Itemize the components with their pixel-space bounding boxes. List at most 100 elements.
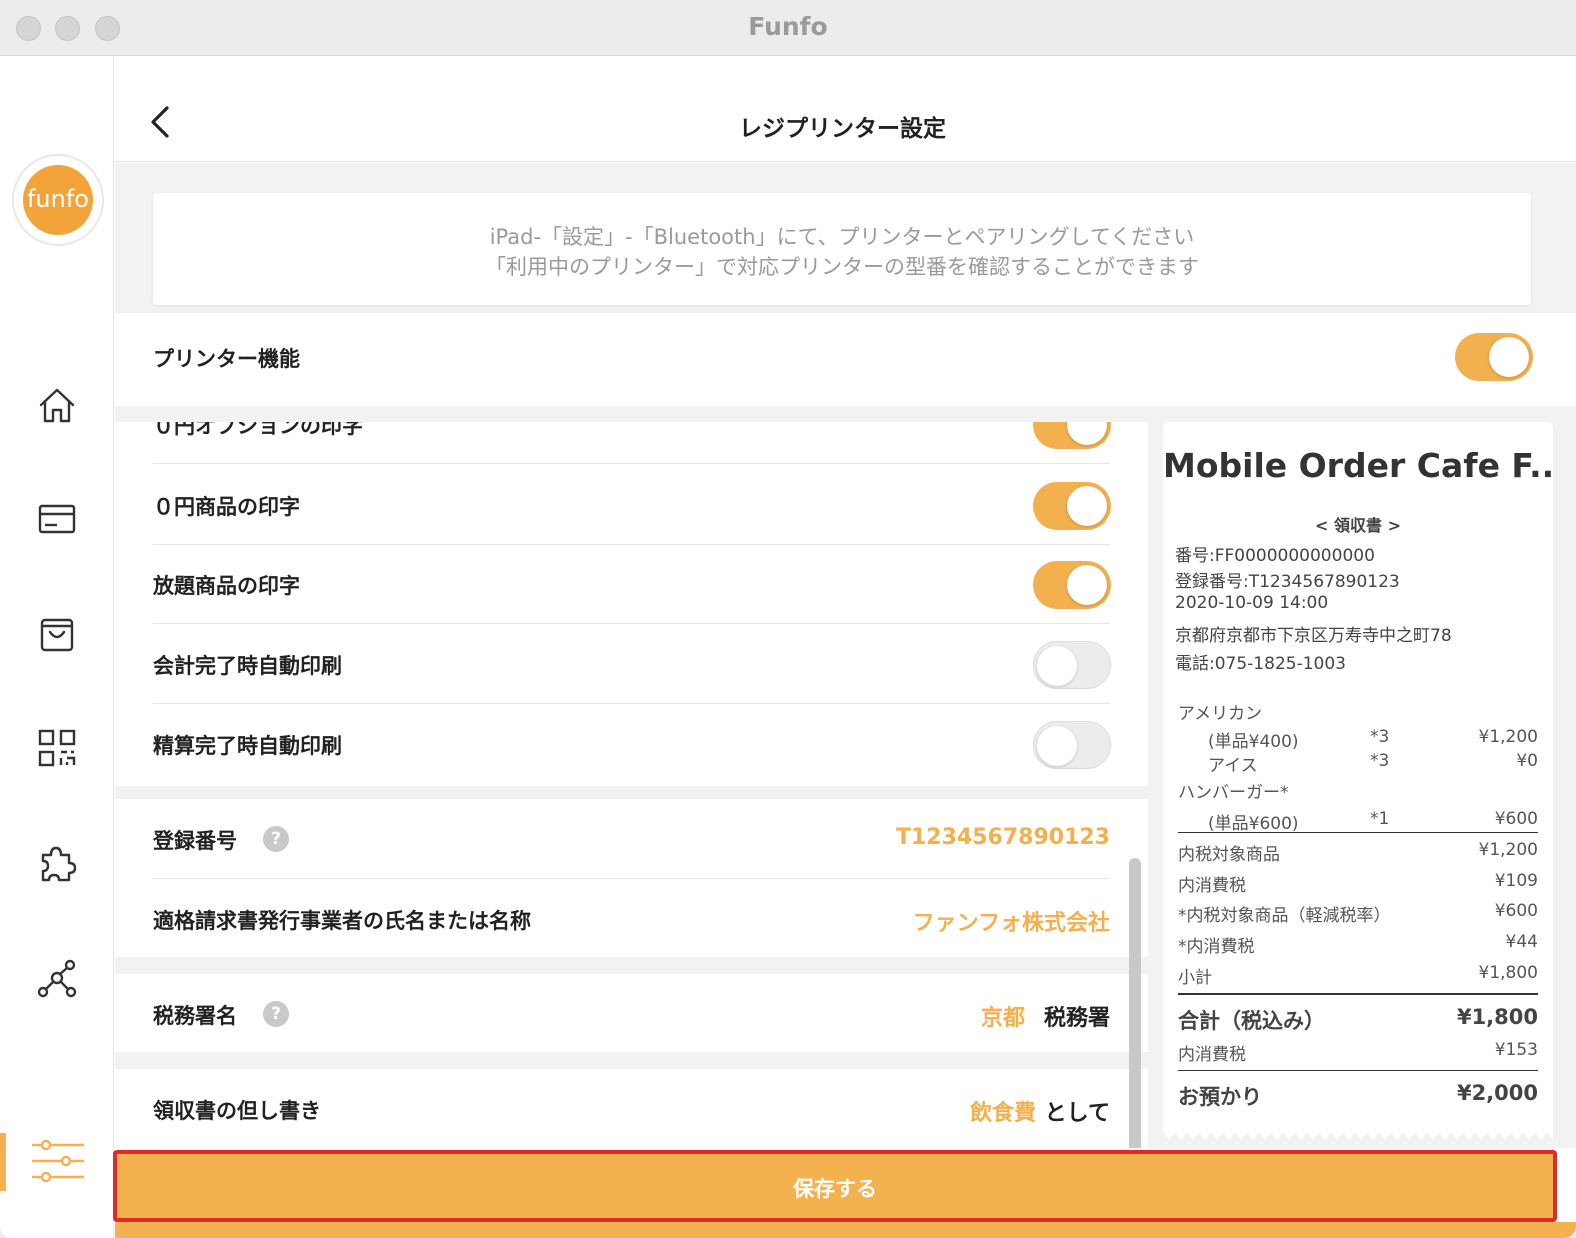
registration-help-icon[interactable]: ? <box>263 826 289 852</box>
issuer-name-value: ファンフォ株式会社 <box>912 911 1110 936</box>
summary-value: ¥1,200 <box>1478 840 1538 860</box>
summary-label: 内税対象商品 <box>1178 845 1280 865</box>
option-label: 放題商品の印字 <box>153 574 300 598</box>
page-title: レジプリンター設定 <box>739 116 946 142</box>
tax-office-label: 税務署名 <box>153 1004 237 1028</box>
zero-yen-option-toggle[interactable] <box>1033 422 1111 449</box>
settings-sliders-icon[interactable] <box>30 1137 86 1185</box>
item-name: アメリカン <box>1178 704 1263 724</box>
receipt-deposit-row: お預かり ¥2,000 <box>1178 1081 1538 1109</box>
save-button[interactable]: 保存する <box>113 1150 1557 1222</box>
receipt-item-row: アメリカン <box>1178 699 1538 724</box>
receipt-item-row: ハンバーガー* <box>1178 778 1538 803</box>
deposit-label: お預かり <box>1178 1085 1262 1109</box>
registration-group: 登録番号 ? T1234567890123 適格請求書発行事業者の氏名または名称… <box>115 799 1148 957</box>
summary-label: *内税対象商品（軽減税率） <box>1178 906 1391 926</box>
unlimited-product-toggle[interactable] <box>1033 561 1111 609</box>
receipt-summary-row: 小計 ¥1,800 <box>1178 963 1538 988</box>
title-bar: Funfo <box>0 0 1576 56</box>
sidebar: funfo <box>0 57 114 1238</box>
receipt-total-row: 合計（税込み） ¥1,800 <box>1178 1005 1538 1033</box>
bottom-safe-area <box>115 1222 1576 1238</box>
option-label: ０円オプションの印字 <box>153 422 363 438</box>
app-window: Funfo funfo レジプリンター設定 iPad-「設定」-「Bluetoo… <box>0 0 1576 1238</box>
shopping-bag-icon[interactable] <box>35 612 79 656</box>
notice-line-2: 「利用中のプリンター」で対応プリンターの型番を確認することができます <box>485 255 1199 279</box>
auto-print-settlement-toggle[interactable] <box>1033 721 1111 769</box>
item-name: ハンバーガー* <box>1178 783 1289 803</box>
receipt-item-row: アイス *3 ¥0 <box>1178 751 1538 776</box>
summary-value: ¥600 <box>1494 901 1538 921</box>
qr-code-icon[interactable] <box>35 726 79 770</box>
total-label: 合計（税込み） <box>1178 1009 1325 1033</box>
item-name: アイス <box>1208 756 1258 776</box>
item-qty: *3 <box>1370 727 1390 747</box>
issuer-name-row[interactable]: 適格請求書発行事業者の氏名または名称 ファンフォ株式会社 <box>153 879 1110 959</box>
receipt-summary-row: 内消費税 ¥109 <box>1178 871 1538 896</box>
item-price: ¥1,200 <box>1478 727 1538 747</box>
receipt-summary-row: *内消費税 ¥44 <box>1178 932 1538 957</box>
option-label: 会計完了時自動印刷 <box>153 654 342 678</box>
window-title: Funfo <box>748 12 828 41</box>
item-name: (単品¥400) <box>1208 732 1299 752</box>
funfo-logo[interactable]: funfo <box>12 154 104 246</box>
option-row-auto-print-checkout: 会計完了時自動印刷 <box>153 624 1111 704</box>
summary-label: 内消費税 <box>1178 876 1246 896</box>
auto-print-checkout-toggle[interactable] <box>1033 641 1111 689</box>
summary-label: *内消費税 <box>1178 937 1255 957</box>
registration-number-label: 登録番号 <box>153 829 237 853</box>
receipt-note-row[interactable]: 領収書の但し書き 飲食費 として <box>153 1069 1110 1148</box>
receipt-torn-edge <box>1163 1132 1553 1142</box>
registration-number-row[interactable]: 登録番号 ? T1234567890123 <box>153 799 1110 879</box>
active-nav-indicator <box>0 1133 6 1191</box>
network-icon[interactable] <box>35 956 79 1000</box>
total-value: ¥1,800 <box>1456 1005 1538 1029</box>
item-price: ¥600 <box>1494 809 1538 829</box>
card-icon[interactable] <box>35 497 79 541</box>
zero-yen-product-toggle[interactable] <box>1033 482 1111 530</box>
settings-scrollbar[interactable] <box>1129 858 1141 1148</box>
notice-line-1: iPad-「設定」-「Bluetooth」にて、プリンターとペアリングしてくださ… <box>489 225 1195 249</box>
logo-text: funfo <box>23 165 93 235</box>
receipt-address: 京都府京都市下京区万寿寺中之町78 <box>1175 626 1452 646</box>
page-header: レジプリンター設定 <box>115 57 1576 162</box>
item-qty: *1 <box>1370 809 1390 829</box>
tax-office-row[interactable]: 税務署名 ? 京都 税務署 <box>153 974 1110 1054</box>
receipt-store-name: Mobile Order Cafe F... <box>1163 446 1553 485</box>
puzzle-icon[interactable] <box>35 841 79 885</box>
receipt-item-row: (単品¥600) *1 ¥600 <box>1178 809 1538 834</box>
tax-office-value: 京都 <box>980 1006 1025 1031</box>
option-label: 精算完了時自動印刷 <box>153 734 342 758</box>
receipt-item-row: (単品¥400) *3 ¥1,200 <box>1178 727 1538 752</box>
item-qty: *3 <box>1370 751 1390 771</box>
receipt-note-value: 飲食費 <box>969 1101 1036 1126</box>
print-options-group: ０円オプションの印字 ０円商品の印字 放題商品の印字 会計完了時自動印刷 精算完… <box>115 422 1148 786</box>
receipt-registration: 登録番号:T1234567890123 <box>1175 572 1400 592</box>
summary-label: 小計 <box>1178 968 1212 988</box>
issuer-name-label: 適格請求書発行事業者の氏名または名称 <box>153 909 531 933</box>
option-row-zero-yen-product: ０円商品の印字 <box>153 465 1111 545</box>
receipt-number: 番号:FF0000000000000 <box>1175 546 1375 566</box>
home-icon[interactable] <box>35 383 79 427</box>
option-row-unlimited-product: 放題商品の印字 <box>153 544 1111 624</box>
receipt-note-suffix: として <box>1044 1101 1110 1126</box>
receipt-divider <box>1178 993 1538 995</box>
receipt-datetime: 2020-10-09 14:00 <box>1175 593 1329 613</box>
option-row-zero-yen-option: ０円オプションの印字 <box>153 422 1111 464</box>
option-label: ０円商品の印字 <box>153 495 300 519</box>
printer-function-label: プリンター機能 <box>153 347 300 371</box>
tax-office-group: 税務署名 ? 京都 税務署 <box>115 974 1148 1052</box>
printer-function-toggle[interactable] <box>1455 333 1533 381</box>
bluetooth-notice: iPad-「設定」-「Bluetooth」にて、プリンターとペアリングしてくださ… <box>153 193 1531 305</box>
save-button-label: 保存する <box>793 1177 877 1201</box>
option-row-auto-print-settlement: 精算完了時自動印刷 <box>153 704 1111 784</box>
summary-value: ¥109 <box>1494 871 1538 891</box>
receipt-summary-row: 内税対象商品 ¥1,200 <box>1178 840 1538 865</box>
tax-office-suffix: 税務署 <box>1043 1006 1110 1031</box>
receipt-note-group: 領収書の但し書き 飲食費 として <box>115 1069 1148 1148</box>
item-price: ¥0 <box>1516 751 1538 771</box>
settings-list[interactable]: ０円オプションの印字 ０円商品の印字 放題商品の印字 会計完了時自動印刷 精算完… <box>115 422 1148 1148</box>
printer-function-row: プリンター機能 <box>115 313 1576 406</box>
tax-office-help-icon[interactable]: ? <box>263 1001 289 1027</box>
receipt-summary-row: *内税対象商品（軽減税率） ¥600 <box>1178 901 1538 926</box>
